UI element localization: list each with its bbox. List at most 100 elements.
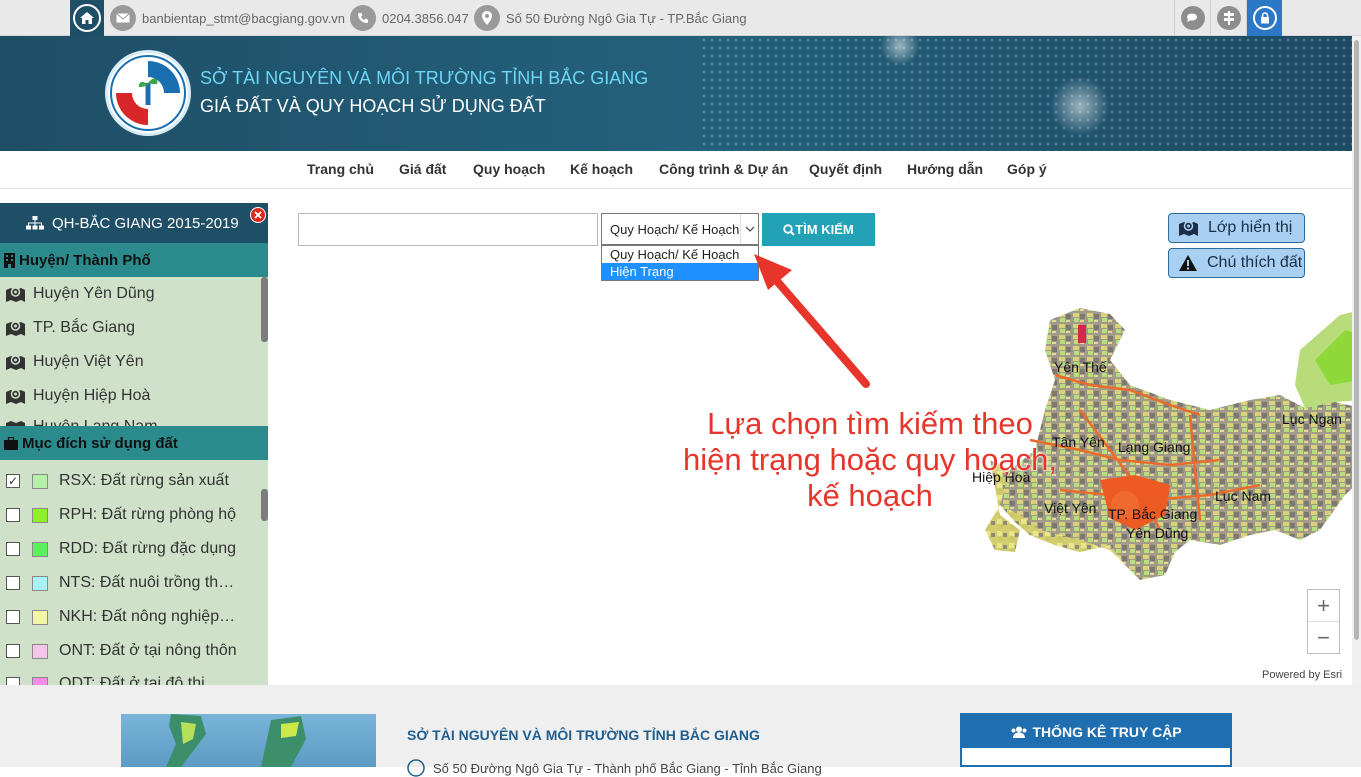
sidebar-title: QH-BẮC GIANG 2015-2019 [52, 214, 239, 232]
nav-home[interactable]: Trang chủ [307, 161, 374, 177]
map-attribution[interactable]: Powered by Esri [1262, 669, 1342, 681]
checkbox[interactable] [6, 542, 20, 556]
search-type-select[interactable]: Quy Hoạch/ Kế Hoạch [601, 213, 759, 245]
nav-land-price[interactable]: Giá đất [399, 161, 446, 177]
visitor-stats-panel: THỐNG KÊ TRUY CẬP [960, 713, 1232, 767]
sidebar-item-hiep-hoa[interactable]: Huyện Hiệp Hoà [6, 387, 150, 405]
sitemap-icon [26, 215, 44, 231]
login-button[interactable] [1246, 0, 1282, 36]
sidebar-item-label: Huyện Hiệp Hoà [33, 387, 151, 404]
landuse-item-nts[interactable]: NTS: Đất nuôi trồng th… [6, 574, 234, 592]
light-glow [1050, 76, 1110, 136]
annotation-text: Lựa chọn tìm kiếm theo hiện trạng hoặc q… [660, 406, 1080, 514]
home-button[interactable] [70, 0, 104, 36]
header-banner: SỞ TÀI NGUYÊN VÀ MÔI TRƯỜNG TỈNH BẮC GIA… [0, 36, 1361, 151]
nav-decisions[interactable]: Quyết định [809, 161, 882, 177]
agency-logo[interactable] [105, 50, 191, 136]
select-value: Quy Hoạch/ Kế Hoạch [610, 222, 740, 237]
map-pin-icon [407, 759, 425, 777]
landuse-item-odt[interactable]: ODT: Đất ở tại đô thị [6, 675, 205, 685]
district-header-label: Huyện/ Thành Phố [19, 251, 151, 269]
landuse-item-rsx[interactable]: ✓ RSX: Đất rừng sản xuất [6, 472, 229, 490]
checkbox[interactable] [6, 644, 20, 658]
dropdown-option-current[interactable]: Hiện Trạng [602, 263, 758, 280]
building-icon [4, 252, 15, 268]
landuse-label: RSX: Đất rừng sản xuất [59, 472, 229, 489]
checkbox[interactable]: ✓ [6, 474, 20, 488]
scroll-thumb[interactable] [261, 489, 268, 521]
checkbox[interactable] [6, 610, 20, 624]
sidebar-item-yen-dung[interactable]: Huyện Yên Dũng [6, 285, 155, 303]
landuse-section-header[interactable]: Mục đích sử dụng đất [0, 426, 268, 460]
page-scrollbar[interactable] [1352, 36, 1361, 767]
chat-icon [1180, 6, 1205, 30]
sidebar-item-label: TP. Bắc Giang [33, 319, 135, 336]
color-swatch [32, 473, 48, 489]
landuse-label: ONT: Đất ở tại nông thôn [59, 642, 237, 659]
main-nav: Trang chủ Giá đất Quy hoạch Kế hoạch Côn… [0, 151, 1361, 189]
agency-title: SỞ TÀI NGUYÊN VÀ MÔI TRƯỜNG TỈNH BẮC GIA… [200, 68, 649, 88]
search-input[interactable] [298, 213, 598, 246]
lock-icon [1252, 6, 1277, 30]
annotation-line: hiện trạng hoặc quy hoạch, [683, 442, 1057, 477]
color-swatch [32, 575, 48, 591]
checkbox[interactable] [6, 677, 20, 685]
contact-email: banbientap_stmt@bacgiang.gov.vn [110, 0, 345, 36]
landuse-item-nkh[interactable]: NKH: Đất nông nghiệp… [6, 608, 235, 626]
sidebar-item-viet-yen[interactable]: Huyện Việt Yên [6, 353, 144, 371]
dropdown-option-planning[interactable]: Quy Hoạch/ Kế Hoạch [602, 246, 758, 263]
map-label-luc-ngan: Lục Ngạn [1282, 411, 1342, 427]
top-right-tools [1174, 0, 1282, 36]
site-subtitle: GIÁ ĐẤT VÀ QUY HOẠCH SỬ DỤNG ĐẤT [200, 96, 546, 116]
annotation-line: kế hoạch [807, 478, 933, 513]
landuse-item-rph[interactable]: RPH: Đất rừng phòng hộ [6, 506, 236, 524]
address-text: Số 50 Đường Ngô Gia Tự - TP.Bắc Giang [506, 10, 747, 26]
sidebar-item-label: Huyện Yên Dũng [33, 285, 155, 302]
chat-button[interactable] [1174, 0, 1210, 36]
map-label-luc-nam: Lục Nam [1215, 488, 1271, 504]
footer: SỞ TÀI NGUYÊN VÀ MÔI TRƯỜNG TỈNH BẮC GIA… [0, 685, 1361, 777]
landuse-item-rdd[interactable]: RDD: Đất rừng đặc dụng [6, 540, 236, 558]
close-icon[interactable] [250, 207, 266, 223]
color-swatch [32, 609, 48, 625]
legend-button[interactable]: Chú thích đất [1168, 248, 1305, 278]
envelope-icon [110, 5, 136, 31]
search-button-label: TÌM KIẾM [795, 222, 854, 237]
zoom-out-button[interactable]: − [1308, 622, 1339, 654]
nav-planning[interactable]: Quy hoạch [473, 161, 545, 177]
sitemap-button[interactable] [1210, 0, 1246, 36]
scroll-thumb[interactable] [261, 277, 268, 342]
layers-button-label: Lớp hiển thị [1208, 219, 1293, 236]
landuse-label: ODT: Đất ở tại đô thị [59, 675, 205, 685]
layers-button[interactable]: Lớp hiển thị [1168, 213, 1305, 243]
visitor-stats-title: THỐNG KÊ TRUY CẬP [1032, 723, 1182, 740]
landuse-item-ont[interactable]: ONT: Đất ở tại nông thôn [6, 642, 237, 660]
map-label-tp-bac-giang: TP. Bắc Giang [1108, 506, 1197, 522]
contact-address: Số 50 Đường Ngô Gia Tự - TP.Bắc Giang [474, 0, 747, 36]
zoom-in-button[interactable]: + [1308, 590, 1339, 622]
map-pin-icon [474, 5, 500, 31]
landuse-label: RDD: Đất rừng đặc dụng [59, 540, 237, 557]
sidebar-item-tp-bac-giang[interactable]: TP. Bắc Giang [6, 319, 135, 337]
world-map-pattern [700, 36, 1360, 151]
footer-address-text: Số 50 Đường Ngô Gia Tự - Thành phố Bắc G… [433, 760, 822, 776]
nav-projects[interactable]: Công trình & Dự án [659, 161, 788, 177]
nav-plan[interactable]: Kế hoạch [570, 161, 633, 177]
phone-icon [350, 5, 376, 31]
landuse-scrollbar[interactable] [261, 461, 268, 685]
map-marker-icon [6, 389, 25, 404]
district-section-header[interactable]: Huyện/ Thành Phố [0, 243, 268, 277]
checkbox[interactable] [6, 508, 20, 522]
landuse-label: NKH: Đất nông nghiệp… [59, 608, 236, 625]
scroll-thumb[interactable] [1354, 40, 1359, 640]
map-marker-icon [6, 355, 25, 370]
map-marker-icon [6, 321, 25, 336]
annotation-arrow-icon [754, 254, 870, 388]
nav-feedback[interactable]: Góp ý [1007, 161, 1047, 177]
checkbox[interactable] [6, 576, 20, 590]
nav-guide[interactable]: Hướng dẫn [907, 161, 983, 177]
annotation-line: Lựa chọn tìm kiếm theo [707, 406, 1033, 441]
district-scrollbar[interactable] [261, 277, 268, 427]
users-icon [1011, 726, 1027, 738]
color-swatch [32, 676, 48, 685]
